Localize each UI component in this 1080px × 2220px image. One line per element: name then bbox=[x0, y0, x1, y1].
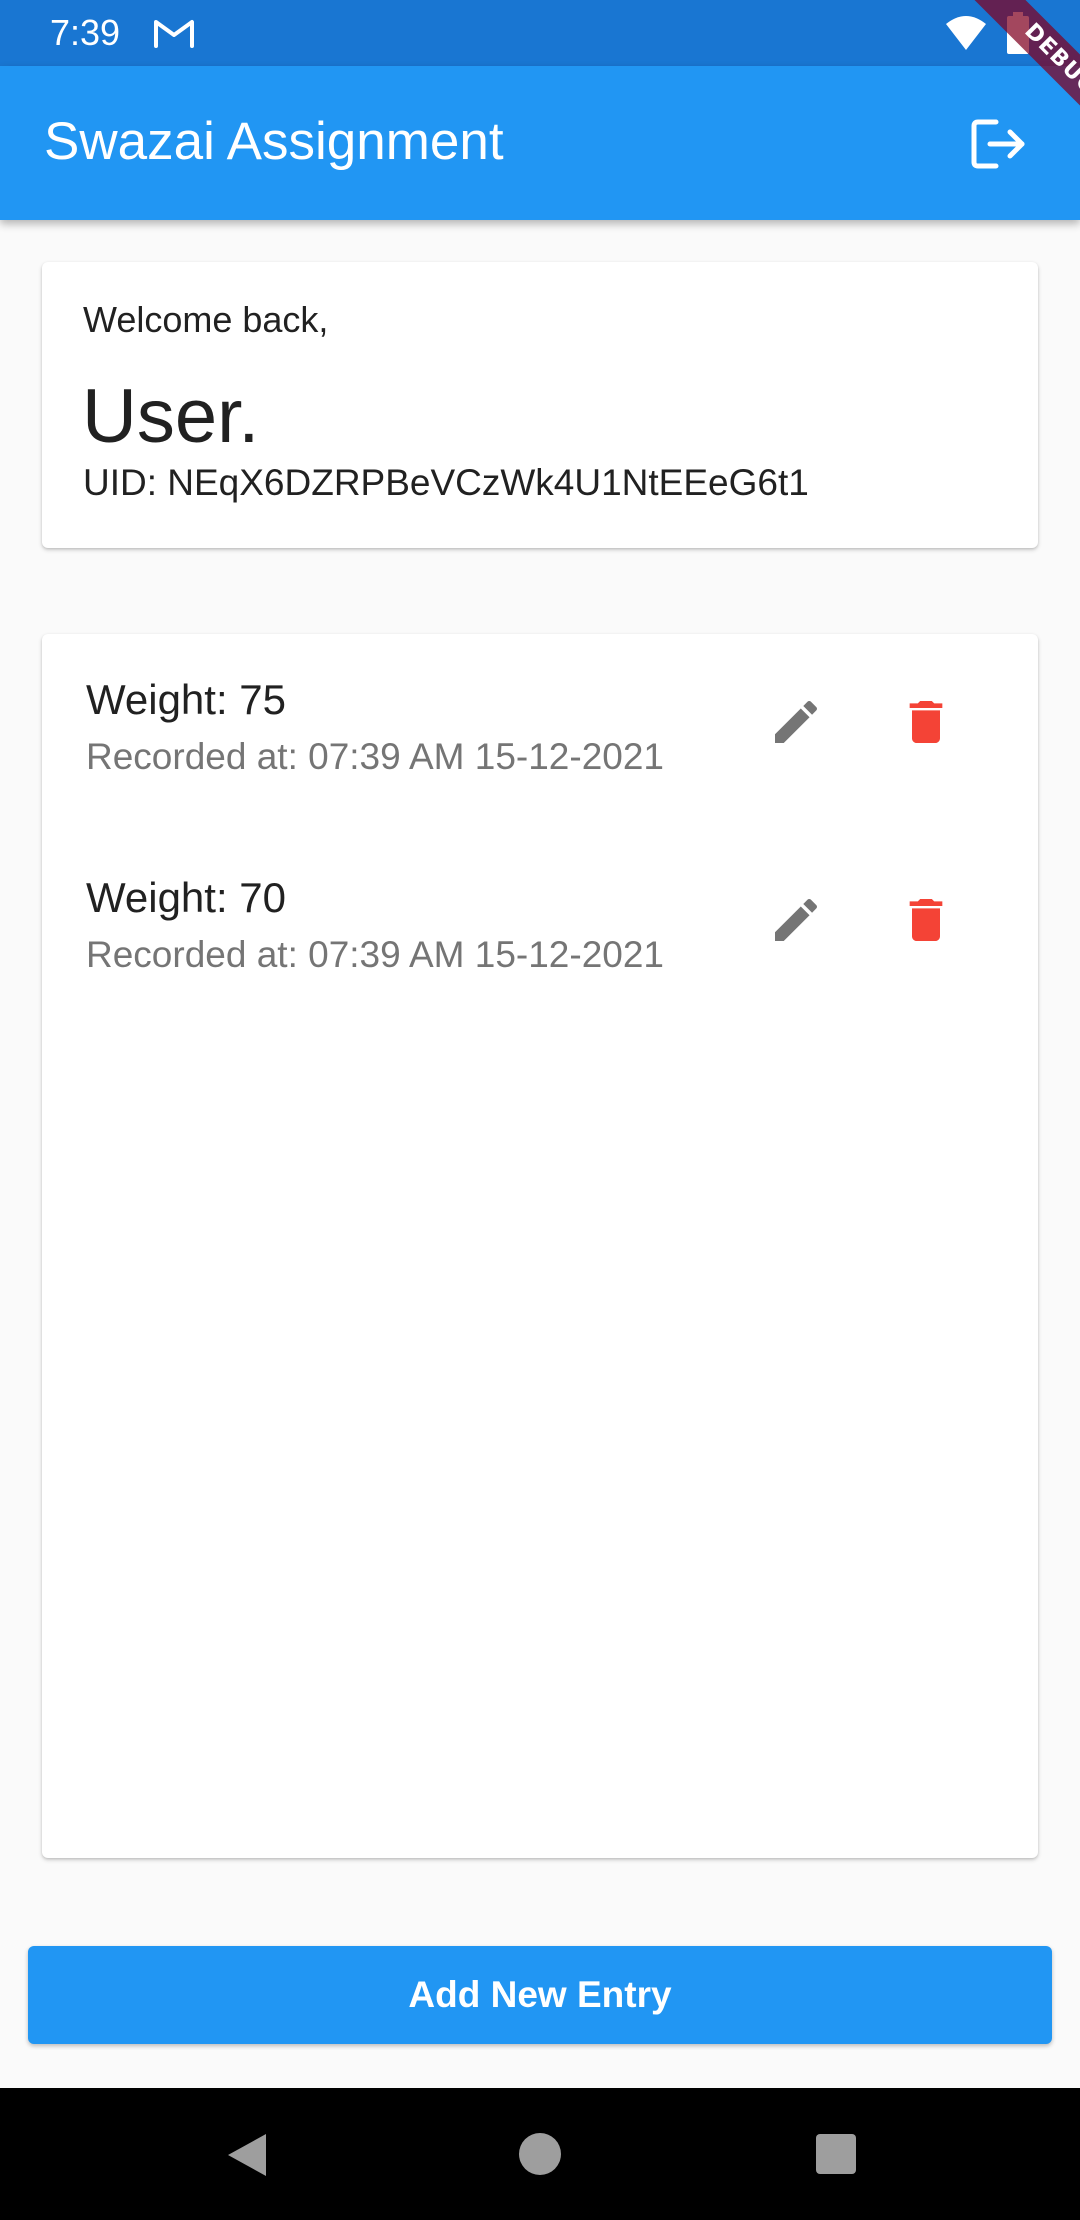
wifi-icon bbox=[946, 16, 986, 50]
add-new-entry-button[interactable]: Add New Entry bbox=[28, 1946, 1052, 2044]
list-item: Weight: 70 Recorded at: 07:39 AM 15-12-2… bbox=[42, 832, 1038, 992]
system-nav-bar bbox=[0, 2088, 1080, 2220]
entries-list: Weight: 75 Recorded at: 07:39 AM 15-12-2… bbox=[42, 634, 1038, 1858]
edit-icon bbox=[775, 700, 818, 743]
entry-recorded-at: Recorded at: 07:39 AM 15-12-2021 bbox=[86, 736, 664, 777]
status-bar: 7:39 bbox=[0, 0, 1080, 66]
welcome-card: Welcome back, User. UID: NEqX6DZRPBeVCzW… bbox=[42, 262, 1038, 548]
app-bar: Swazai Assignment bbox=[0, 66, 1080, 220]
logout-button[interactable] bbox=[966, 112, 1034, 176]
edit-button[interactable] bbox=[764, 888, 828, 952]
home-icon[interactable] bbox=[514, 2128, 566, 2180]
entry-recorded-at: Recorded at: 07:39 AM 15-12-2021 bbox=[86, 934, 664, 975]
recents-icon[interactable] bbox=[812, 2130, 860, 2178]
app-title: Swazai Assignment bbox=[44, 112, 504, 171]
user-name: User. bbox=[82, 374, 260, 459]
delete-button[interactable] bbox=[894, 690, 958, 754]
delete-icon bbox=[909, 701, 943, 743]
list-item: Weight: 75 Recorded at: 07:39 AM 15-12-2… bbox=[42, 634, 1038, 794]
status-time: 7:39 bbox=[50, 12, 121, 53]
user-uid: UID: NEqX6DZRPBeVCzWk4U1NtEEeG6t1 bbox=[83, 462, 809, 503]
gmail-icon bbox=[154, 20, 194, 48]
delete-button[interactable] bbox=[894, 888, 958, 952]
edit-button[interactable] bbox=[764, 690, 828, 754]
entry-weight: Weight: 70 bbox=[86, 874, 287, 921]
entry-weight: Weight: 75 bbox=[86, 676, 287, 723]
welcome-greeting: Welcome back, bbox=[83, 299, 329, 340]
battery-icon bbox=[1007, 12, 1029, 54]
delete-icon bbox=[909, 899, 943, 941]
back-icon[interactable] bbox=[222, 2130, 272, 2180]
edit-icon bbox=[775, 898, 818, 941]
logout-icon bbox=[971, 119, 1025, 169]
